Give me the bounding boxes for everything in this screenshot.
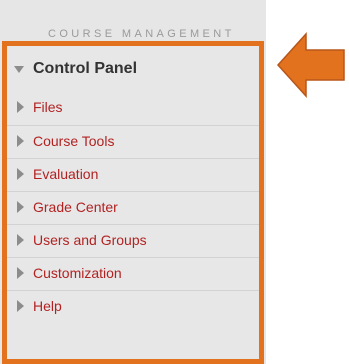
triangle-right-icon xyxy=(17,168,24,180)
triangle-right-icon xyxy=(17,300,24,312)
menu-item-grade-center[interactable]: Grade Center xyxy=(7,191,259,224)
left-arrow-icon xyxy=(276,32,345,98)
menu-item-label: Evaluation xyxy=(33,166,99,182)
menu-item-label: Customization xyxy=(33,265,122,281)
menu-item-label: Course Tools xyxy=(33,133,115,149)
control-panel-menu: Files Course Tools Evaluation Grade Cent… xyxy=(7,92,259,323)
triangle-right-icon xyxy=(17,201,24,213)
section-header: COURSE MANAGEMENT xyxy=(48,28,235,40)
course-management-sidebar: COURSE MANAGEMENT Control Panel Files Co… xyxy=(0,0,266,364)
menu-item-course-tools[interactable]: Course Tools xyxy=(7,125,259,158)
triangle-down-icon xyxy=(14,66,24,73)
menu-item-evaluation[interactable]: Evaluation xyxy=(7,158,259,191)
menu-item-help[interactable]: Help xyxy=(7,290,259,323)
menu-item-users-and-groups[interactable]: Users and Groups xyxy=(7,224,259,257)
triangle-right-icon xyxy=(17,135,24,147)
triangle-right-icon xyxy=(17,234,24,246)
control-panel-header[interactable]: Control Panel xyxy=(7,57,259,83)
menu-item-files[interactable]: Files xyxy=(7,92,259,125)
menu-item-label: Files xyxy=(33,99,63,115)
menu-item-label: Help xyxy=(33,298,62,314)
control-panel-highlight-box: Control Panel Files Course Tools Evaluat… xyxy=(2,41,264,364)
triangle-right-icon xyxy=(17,101,24,113)
control-panel-title: Control Panel xyxy=(33,60,138,77)
triangle-right-icon xyxy=(17,267,24,279)
screen: COURSE MANAGEMENT Control Panel Files Co… xyxy=(0,0,349,364)
menu-item-label: Users and Groups xyxy=(33,232,147,248)
menu-item-customization[interactable]: Customization xyxy=(7,257,259,290)
menu-item-label: Grade Center xyxy=(33,199,118,215)
